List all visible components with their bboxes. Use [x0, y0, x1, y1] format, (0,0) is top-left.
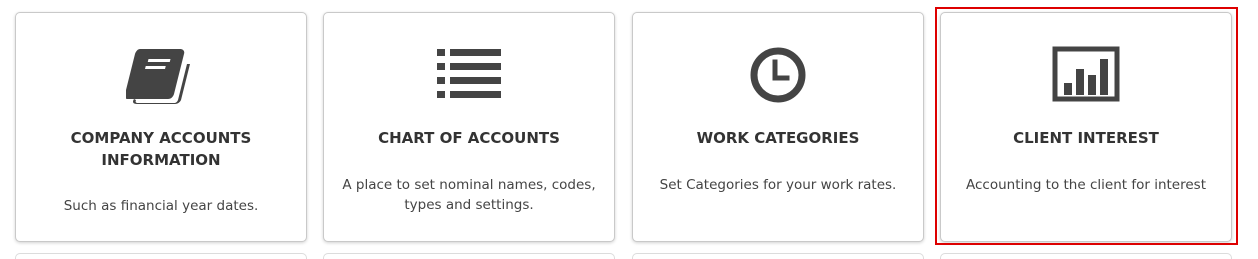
card-chart-of-accounts[interactable]: CHART OF ACCOUNTS A place to set nominal… — [323, 12, 615, 242]
address-book-icon — [126, 45, 196, 105]
card-title: CHART OF ACCOUNTS — [378, 129, 560, 147]
list-icon — [434, 45, 504, 105]
card-title: WORK CATEGORIES — [696, 129, 860, 147]
card-description: Accounting to the client for interest — [966, 177, 1206, 193]
clock-icon — [743, 45, 813, 105]
card-description: Such as financial year dates. — [63, 198, 259, 214]
card-description: Set Categories for your work rates. — [659, 177, 897, 193]
card-work-categories[interactable]: WORK CATEGORIES Set Categories for your … — [632, 12, 924, 242]
next-row-card — [15, 253, 307, 259]
card-company-accounts-information[interactable]: COMPANY ACCOUNTS INFORMATION Such as fin… — [15, 12, 307, 242]
card-description: A place to set nominal names, codes, typ… — [342, 177, 596, 213]
card-client-interest[interactable]: CLIENT INTEREST Accounting to the client… — [940, 12, 1232, 242]
next-row-card — [940, 253, 1232, 259]
card-title: CLIENT INTEREST — [1013, 129, 1159, 147]
bar-chart-icon — [1051, 45, 1121, 105]
card-title: COMPANY ACCOUNTS INFORMATION — [70, 129, 252, 169]
next-row-card — [323, 253, 615, 259]
next-row-card — [632, 253, 924, 259]
